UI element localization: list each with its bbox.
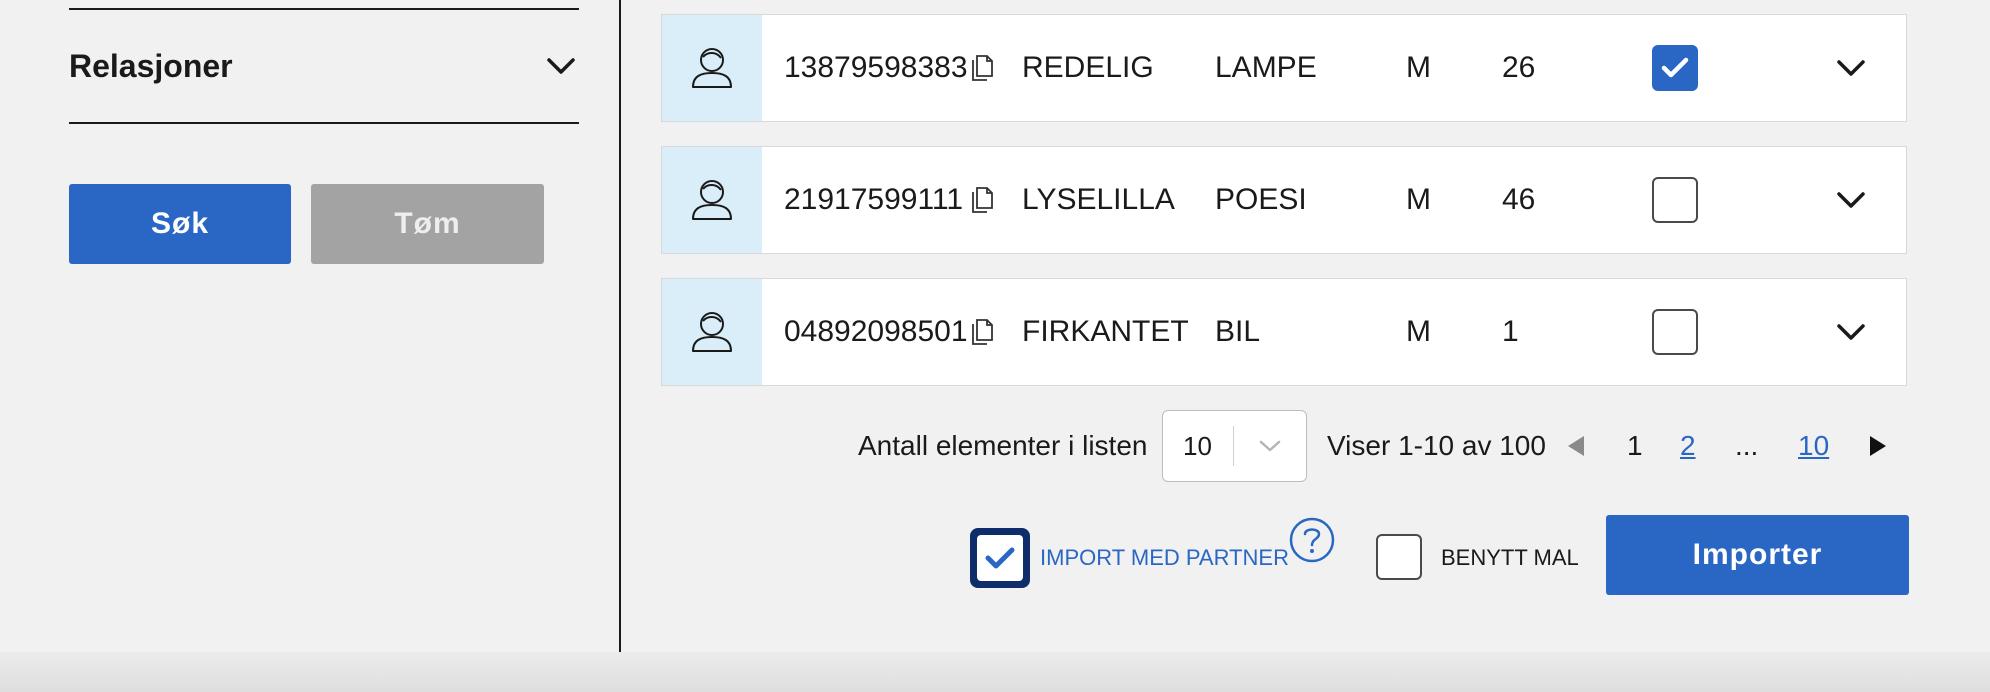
chevron-down-icon: [1234, 439, 1306, 453]
chevron-down-icon[interactable]: [1836, 279, 1866, 385]
import-with-partner-checkbox[interactable]: [970, 528, 1030, 588]
page-size-value: 10: [1183, 430, 1212, 461]
page-current[interactable]: 1: [1627, 408, 1643, 484]
next-page-icon[interactable]: [1868, 408, 1888, 484]
use-template-checkbox[interactable]: [1376, 534, 1422, 580]
relations-accordion[interactable]: Relasjoner: [69, 10, 579, 122]
items-per-page-label: Antall elementer i listen: [858, 430, 1148, 461]
pagination: Antall elementer i listen 10 Viser 1-10 …: [0, 408, 1990, 484]
chevron-down-icon[interactable]: [1836, 15, 1866, 121]
first-name: LYSELILLA: [1022, 183, 1175, 216]
age: 1: [1502, 315, 1519, 348]
person-icon: [692, 180, 732, 220]
relations-label: Relasjoner: [69, 47, 233, 84]
person-icon: [692, 48, 732, 88]
first-name: FIRKANTET: [1022, 315, 1189, 348]
result-row[interactable]: 04892098501 FIRKANTET BIL M 1: [661, 278, 1907, 386]
row-select-checkbox[interactable]: [1652, 309, 1698, 355]
last-name: BIL: [1215, 315, 1261, 348]
result-row[interactable]: 21917599111 LYSELILLA POESI M 46: [661, 146, 1907, 254]
range-text: Viser 1-10 av 100: [1327, 430, 1546, 461]
checkmark-icon: [985, 547, 1015, 569]
row-select-cell: [1652, 147, 1698, 253]
last-name: LAMPE: [1215, 51, 1317, 84]
first-name: REDELIG: [1022, 51, 1154, 84]
checkbox-inner: [977, 535, 1023, 581]
use-template-label[interactable]: BENYTT MAL: [1441, 528, 1579, 588]
sex: M: [1406, 183, 1431, 216]
import-button[interactable]: Importer: [1606, 515, 1909, 595]
help-icon[interactable]: [1288, 516, 1336, 564]
divider-bottom: [69, 122, 579, 124]
last-name: POESI: [1215, 183, 1307, 216]
person-icon: [692, 312, 732, 352]
age: 26: [1502, 51, 1536, 84]
result-row[interactable]: 13879598383 REDELIG LAMPE M 26: [661, 14, 1907, 122]
chevron-down-icon[interactable]: [543, 48, 579, 84]
row-select-cell: [1652, 15, 1698, 121]
age: 46: [1502, 183, 1536, 216]
person-id: 04892098501: [784, 315, 968, 348]
person-id: 21917599111: [784, 183, 964, 216]
copy-icon[interactable]: [970, 15, 994, 121]
copy-icon[interactable]: [970, 147, 994, 253]
page-ellipsis: ...: [1735, 430, 1759, 461]
bottom-shadow-strip: [0, 652, 1990, 692]
avatar: [662, 279, 762, 385]
clear-button[interactable]: Tøm: [311, 184, 544, 264]
avatar: [662, 15, 762, 121]
avatar: [662, 147, 762, 253]
row-select-cell: [1652, 279, 1698, 385]
import-actions: IMPORT MED PARTNER BENYTT MAL Importer: [0, 514, 1990, 595]
chevron-down-icon[interactable]: [1836, 147, 1866, 253]
copy-icon[interactable]: [970, 279, 994, 385]
previous-page-icon[interactable]: [1566, 408, 1586, 484]
row-select-checkbox[interactable]: [1652, 45, 1698, 91]
page-link-last[interactable]: 10: [1798, 408, 1829, 484]
import-with-partner-label[interactable]: IMPORT MED PARTNER: [1040, 528, 1289, 588]
sex: M: [1406, 51, 1431, 84]
person-id: 13879598383: [784, 51, 968, 84]
row-select-checkbox[interactable]: [1652, 177, 1698, 223]
search-button[interactable]: Søk: [69, 184, 291, 264]
sex: M: [1406, 315, 1431, 348]
page-size-select[interactable]: 10: [1162, 410, 1307, 482]
page-link-2[interactable]: 2: [1680, 408, 1696, 484]
